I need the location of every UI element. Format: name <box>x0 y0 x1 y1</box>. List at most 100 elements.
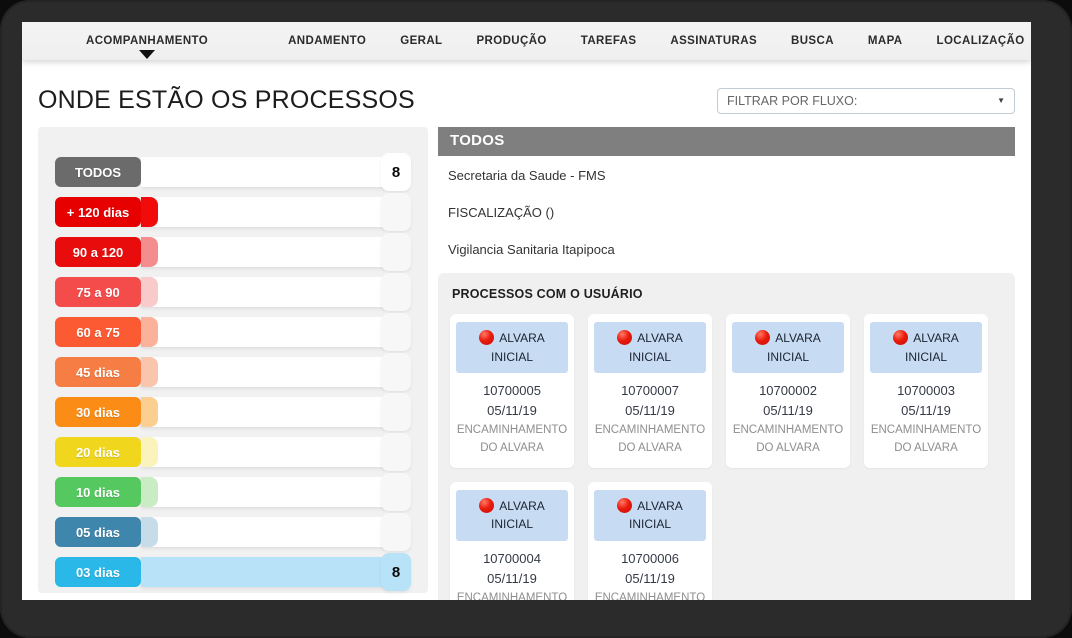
aging-bucket-label[interactable]: 10 dias <box>55 477 141 507</box>
page-title: ONDE ESTÃO OS PROCESSOS <box>38 86 415 115</box>
aging-bucket-row[interactable]: 03 dias 8 <box>55 557 411 587</box>
process-number: 10700002 <box>732 381 844 401</box>
nav-tab[interactable]: GERAL <box>398 31 444 51</box>
nav-tab[interactable]: ASSINATURAS <box>668 31 759 51</box>
aging-bucket-row[interactable]: 20 dias <box>55 437 411 467</box>
aging-panel: TODOS 8 + 120 dias <box>38 127 428 593</box>
aging-bucket-track <box>141 237 409 267</box>
aging-bucket-label[interactable]: 60 a 75 <box>55 317 141 347</box>
aging-bucket-fill <box>141 197 158 227</box>
user-processes-section: PROCESSOS COM O USUÁRIO ALVARA INICIAL 1… <box>438 273 1015 600</box>
aging-bucket-track <box>141 197 409 227</box>
aging-bucket-fill <box>141 557 409 587</box>
nav-tab[interactable]: PRODUÇÃO <box>474 31 548 51</box>
process-number: 10700006 <box>594 549 706 569</box>
aging-bucket-label[interactable]: 30 dias <box>55 397 141 427</box>
aging-bucket-count <box>381 353 411 391</box>
process-date: 05/11/19 <box>594 569 706 589</box>
process-status: ENCAMINHAMENTO DO ALVARA <box>732 422 844 458</box>
process-date: 05/11/19 <box>594 401 706 421</box>
header-row: ONDE ESTÃO OS PROCESSOS FILTRAR POR FLUX… <box>38 86 1015 115</box>
process-card[interactable]: ALVARA INICIAL 10700004 05/11/19 ENCAMIN… <box>450 482 574 600</box>
aging-bucket-fill <box>141 277 158 307</box>
aging-bucket-row[interactable]: 10 dias <box>55 477 411 507</box>
process-date: 05/11/19 <box>732 401 844 421</box>
aging-bucket-label[interactable]: TODOS <box>55 157 141 187</box>
aging-bucket-count <box>381 513 411 551</box>
aging-bucket-track <box>141 357 409 387</box>
org-list-item[interactable]: Vigilancia Sanitaria Itapipoca <box>438 230 1015 267</box>
aging-bucket-row[interactable]: 75 a 90 <box>55 277 411 307</box>
aging-bucket-count <box>381 393 411 431</box>
process-type-badge: ALVARA INICIAL <box>594 490 706 541</box>
aging-bucket-count <box>381 433 411 471</box>
chevron-down-icon: ▼ <box>997 96 1005 105</box>
aging-bucket-label[interactable]: 20 dias <box>55 437 141 467</box>
nav-tab[interactable]: ACOMPANHAMENTO <box>84 31 210 51</box>
process-type-badge: ALVARA INICIAL <box>456 322 568 373</box>
process-date: 05/11/19 <box>456 569 568 589</box>
aging-bucket-count <box>381 233 411 271</box>
nav-tab[interactable]: MAPA <box>866 31 905 51</box>
process-card[interactable]: ALVARA INICIAL 10700006 05/11/19 ENCAMIN… <box>588 482 712 600</box>
process-number: 10700003 <box>870 381 982 401</box>
org-list-item[interactable]: FISCALIZAÇÃO () <box>438 193 1015 230</box>
aging-bucket-count: 8 <box>381 553 411 591</box>
aging-bucket-row[interactable]: 60 a 75 <box>55 317 411 347</box>
process-card[interactable]: ALVARA INICIAL 10700007 05/11/19 ENCAMIN… <box>588 314 712 468</box>
flow-filter-select[interactable]: FILTRAR POR FLUXO: ▼ <box>717 88 1015 114</box>
red-status-icon <box>755 330 770 345</box>
top-navbar: ACOMPANHAMENTO ANDAMENTO GERAL PRODUÇÃO … <box>22 22 1031 60</box>
process-card[interactable]: ALVARA INICIAL 10700003 05/11/19 ENCAMIN… <box>864 314 988 468</box>
process-status: ENCAMINHAMENTO DO ALVARA <box>870 422 982 458</box>
aging-bucket-count <box>381 273 411 311</box>
aging-bucket-row[interactable]: 45 dias <box>55 357 411 387</box>
aging-bucket-row[interactable]: 05 dias <box>55 517 411 547</box>
aging-bucket-fill <box>141 317 158 347</box>
aging-bucket-row[interactable]: TODOS 8 <box>55 157 411 187</box>
aging-bucket-count <box>381 473 411 511</box>
process-card[interactable]: ALVARA INICIAL 10700005 05/11/19 ENCAMIN… <box>450 314 574 468</box>
aging-bucket-row[interactable]: 30 dias <box>55 397 411 427</box>
flow-filter-label: FILTRAR POR FLUXO: <box>727 94 857 108</box>
process-date: 05/11/19 <box>456 401 568 421</box>
app-page: ACOMPANHAMENTO ANDAMENTO GERAL PRODUÇÃO … <box>22 22 1031 600</box>
process-date: 05/11/19 <box>870 401 982 421</box>
aging-bucket-count <box>381 313 411 351</box>
aging-bucket-label[interactable]: 03 dias <box>55 557 141 587</box>
aging-bucket-label[interactable]: 90 a 120 <box>55 237 141 267</box>
aging-bucket-track <box>141 397 409 427</box>
section-title: PROCESSOS COM O USUÁRIO <box>452 287 1003 301</box>
aging-bucket-fill <box>141 437 158 467</box>
process-status: ENCAMINHAMENTO DO ALVARA <box>456 422 568 458</box>
content-columns: TODOS 8 + 120 dias <box>38 127 1015 600</box>
process-number: 10700007 <box>594 381 706 401</box>
aging-bucket-label[interactable]: 05 dias <box>55 517 141 547</box>
process-status: ENCAMINHAMENTO DO ALVARA <box>594 422 706 458</box>
org-list-item[interactable]: Secretaria da Saude - FMS <box>438 156 1015 193</box>
aging-bucket-label[interactable]: 45 dias <box>55 357 141 387</box>
process-card[interactable]: ALVARA INICIAL 10700002 05/11/19 ENCAMIN… <box>726 314 850 468</box>
red-status-icon <box>617 330 632 345</box>
aging-bucket-row[interactable]: 90 a 120 <box>55 237 411 267</box>
nav-tab[interactable]: BUSCA <box>789 31 836 51</box>
nav-tab[interactable]: ANDAMENTO <box>286 31 368 51</box>
nav-tab[interactable]: LOCALIZAÇÃO <box>935 31 1027 51</box>
aging-bucket-fill <box>141 517 158 547</box>
process-status: ENCAMINHAMENTO DO ALVARA <box>594 590 706 600</box>
aging-bucket-row[interactable]: + 120 dias <box>55 197 411 227</box>
aging-bucket-label[interactable]: + 120 dias <box>55 197 141 227</box>
aging-bucket-fill <box>141 237 158 267</box>
process-type-badge: ALVARA INICIAL <box>732 322 844 373</box>
aging-bars: TODOS 8 + 120 dias <box>55 157 411 587</box>
nav-tab[interactable]: TAREFAS <box>579 31 639 51</box>
aging-bucket-fill <box>141 477 158 507</box>
org-list: Secretaria da Saude - FMSFISCALIZAÇÃO ()… <box>438 156 1015 267</box>
active-tab-caret-icon <box>139 50 155 59</box>
aging-bucket-track <box>141 317 409 347</box>
detail-panel: TODOS Secretaria da Saude - FMSFISCALIZA… <box>438 127 1015 600</box>
aging-bucket-track <box>141 477 409 507</box>
aging-bucket-label[interactable]: 75 a 90 <box>55 277 141 307</box>
process-type-badge: ALVARA INICIAL <box>594 322 706 373</box>
page-body: ONDE ESTÃO OS PROCESSOS FILTRAR POR FLUX… <box>22 86 1031 600</box>
